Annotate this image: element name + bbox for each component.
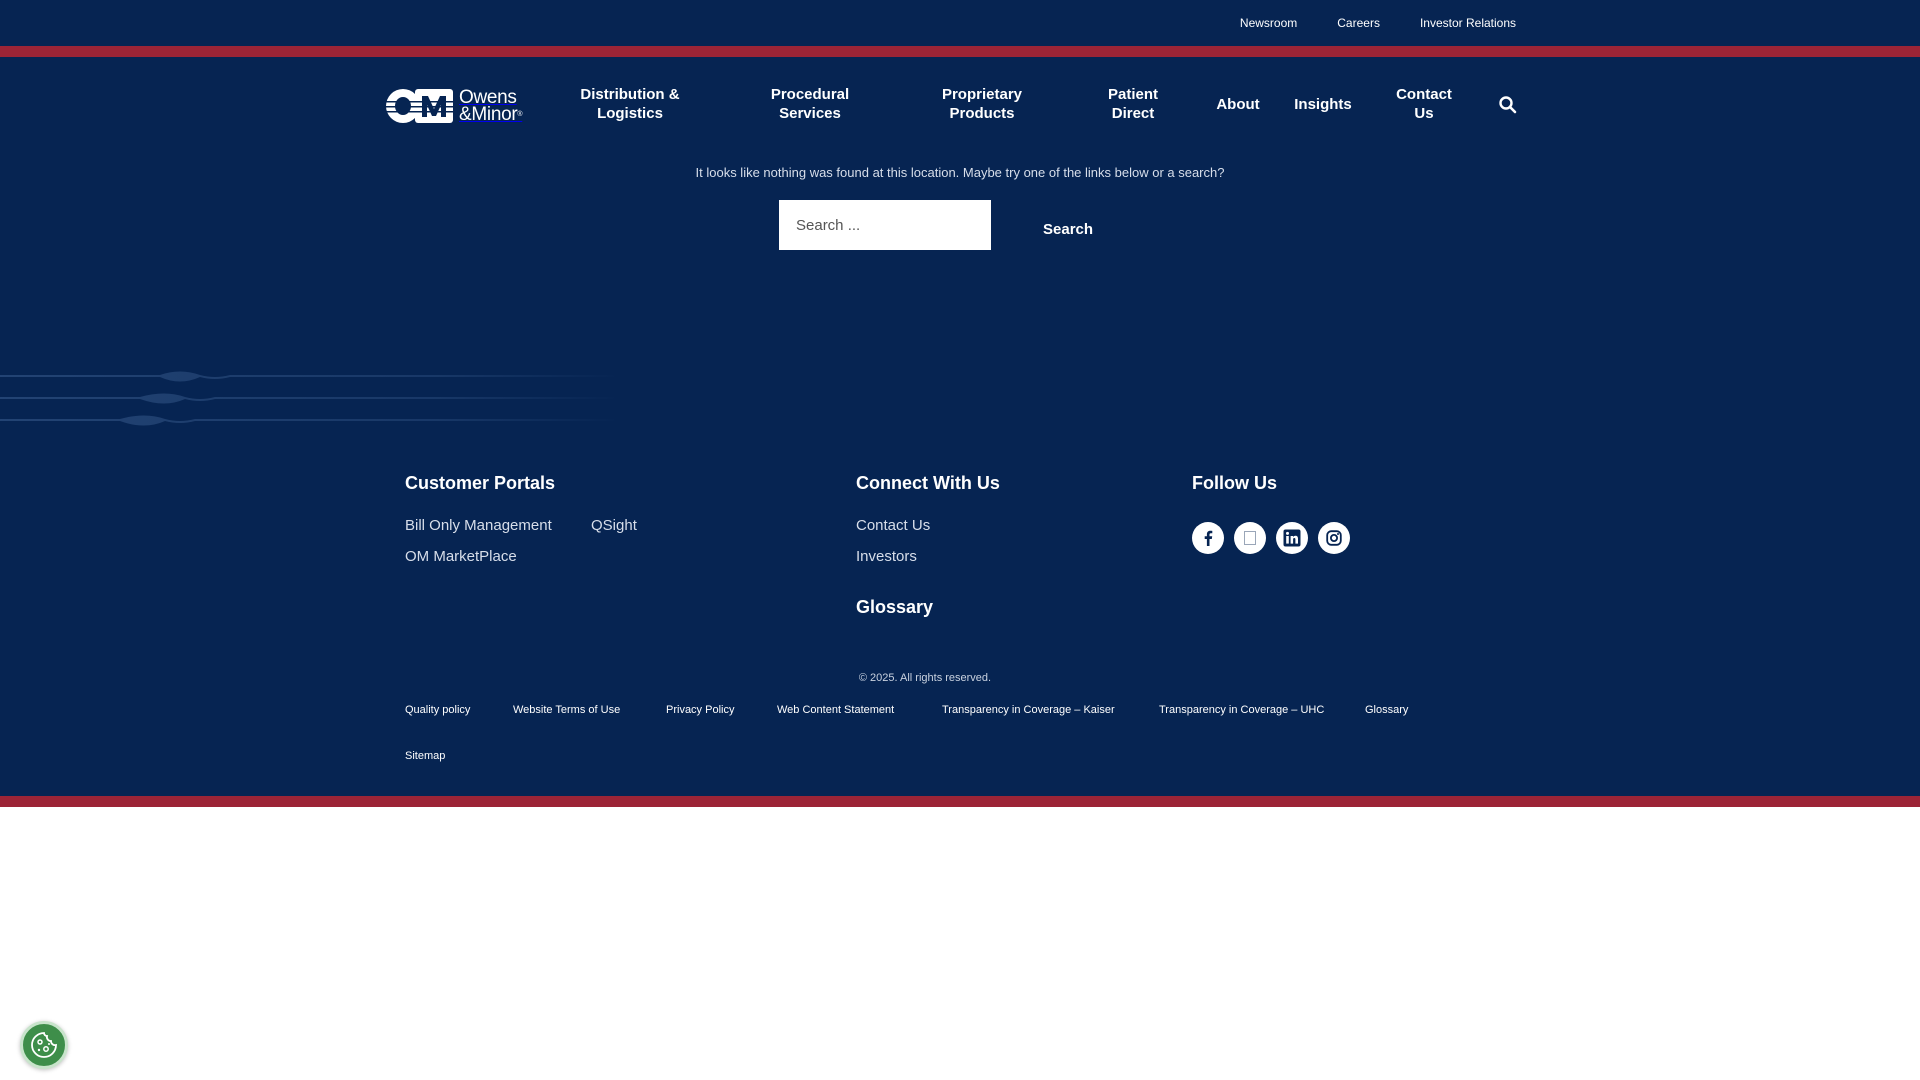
- footer-link-qsight[interactable]: QSight: [591, 517, 637, 534]
- nav-about[interactable]: About: [1210, 95, 1266, 114]
- utility-nav: Newsroom Careers Investor Relations: [1240, 0, 1516, 46]
- search-button[interactable]: Search: [1031, 213, 1105, 246]
- footer-heading-connect: Connect With Us: [856, 473, 1000, 493]
- footer-connect: Connect With Us Contact Us Investors Glo…: [856, 473, 1116, 633]
- footer-link-om-marketplace[interactable]: OM MarketPlace: [405, 548, 517, 565]
- legal-link-transparency-kaiser[interactable]: Transparency in Coverage – Kaiser: [942, 704, 1115, 716]
- linkedin-glyph: [1283, 529, 1301, 547]
- utility-link-investor-relations[interactable]: Investor Relations: [1420, 16, 1516, 30]
- logo-wordmark: Owens &Minor®: [459, 88, 523, 125]
- utility-link-careers[interactable]: Careers: [1337, 16, 1380, 30]
- facebook-glyph: [1204, 530, 1213, 546]
- owens-minor-logo[interactable]: Owens &Minor®: [385, 87, 535, 125]
- legal-link-quality-policy[interactable]: Quality policy: [405, 704, 470, 716]
- footer-follow: Follow Us: [1192, 473, 1392, 503]
- nav-insights[interactable]: Insights: [1292, 95, 1354, 114]
- copyright: © 2025. All rights reserved.: [858, 672, 992, 684]
- cookie-glyph: [31, 1032, 57, 1058]
- facebook-icon[interactable]: [1192, 522, 1224, 554]
- footer-heading-customer-portals: Customer Portals: [405, 473, 556, 493]
- x-icon[interactable]: [1234, 522, 1266, 554]
- instagram-icon[interactable]: [1318, 522, 1350, 554]
- utility-bar: Newsroom Careers Investor Relations: [0, 0, 1920, 46]
- footer-link-bill-only-management[interactable]: Bill Only Management: [405, 517, 552, 534]
- search-input[interactable]: [779, 200, 991, 250]
- site-wrapper: Newsroom Careers Investor Relations Owen…: [0, 0, 1920, 807]
- footer-customer-portals: Customer Portals Bill Only Management QS…: [405, 473, 805, 573]
- legal-link-web-content-statement[interactable]: Web Content Statement: [777, 704, 894, 716]
- nav-procedural-services[interactable]: Procedural Services: [765, 85, 855, 123]
- linkedin-icon[interactable]: [1276, 522, 1308, 554]
- legal-link-glossary[interactable]: Glossary: [1365, 704, 1408, 716]
- nav-patient-direct[interactable]: Patient Direct: [1100, 85, 1166, 123]
- legal-link-sitemap[interactable]: Sitemap: [405, 750, 445, 762]
- footer-heading-glossary[interactable]: Glossary: [856, 597, 933, 618]
- legal-link-transparency-uhc[interactable]: Transparency in Coverage – UHC: [1159, 704, 1324, 716]
- footer-link-investors[interactable]: Investors: [856, 548, 917, 565]
- legal-link-privacy-policy[interactable]: Privacy Policy: [666, 704, 734, 716]
- om-logo-mark: [385, 89, 455, 123]
- logo-registered: ®: [517, 111, 523, 118]
- nav-distribution-logistics[interactable]: Distribution & Logistics: [578, 85, 682, 123]
- top-red-stripe: [0, 46, 1920, 57]
- not-found-message: It looks like nothing was found at this …: [695, 165, 1225, 180]
- logo-word-minor: &Minor: [459, 104, 518, 125]
- footer-link-contact-us[interactable]: Contact Us: [856, 517, 930, 534]
- nav-contact-us[interactable]: Contact Us: [1393, 85, 1455, 123]
- search-form: Search: [779, 200, 1105, 250]
- x-glyph: [1244, 531, 1256, 545]
- cookie-icon[interactable]: [20, 1021, 68, 1069]
- search-icon[interactable]: [1498, 95, 1518, 115]
- legal-link-terms-of-use[interactable]: Website Terms of Use: [513, 704, 620, 716]
- nav-proprietary-products[interactable]: Proprietary Products: [935, 85, 1029, 123]
- main-header: Owens &Minor® Distribution & Logistics P…: [0, 57, 1920, 152]
- instagram-glyph: [1326, 530, 1342, 546]
- footer-heading-follow-us: Follow Us: [1192, 473, 1277, 493]
- bottom-red-stripe: [0, 796, 1920, 807]
- decorative-waves: [0, 371, 620, 426]
- utility-link-newsroom[interactable]: Newsroom: [1240, 16, 1297, 30]
